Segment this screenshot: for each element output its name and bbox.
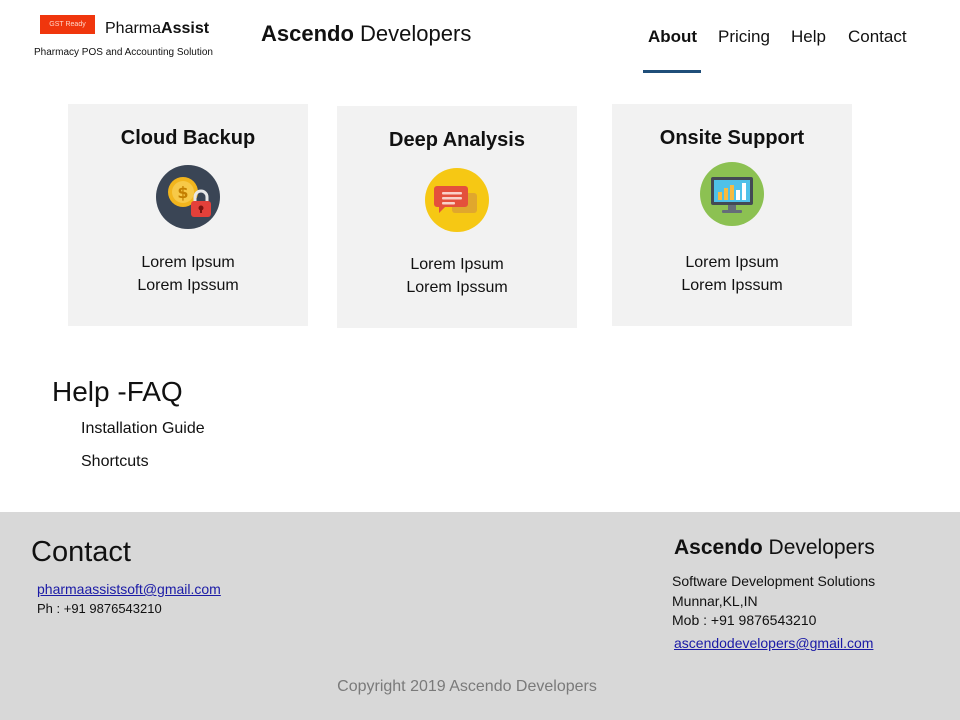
feature-title: Deep Analysis (389, 129, 525, 151)
footer-company-email-link[interactable]: ascendodevelopers@gmail.com (674, 635, 873, 651)
gst-ready-badge: GST Ready (40, 15, 95, 34)
footer-company-light: Developers (762, 536, 875, 559)
nav-help[interactable]: Help (791, 27, 826, 47)
nav-contact[interactable]: Contact (848, 27, 907, 47)
brand-tagline: Pharmacy POS and Accounting Solution (34, 47, 213, 58)
footer: Contact pharmaassistsoft@gmail.com Ph : … (0, 512, 960, 720)
brand-name-light: Pharma (105, 20, 162, 37)
feature-title: Onsite Support (659, 127, 805, 149)
coin-lock-icon: $ (156, 165, 220, 229)
faq-shortcuts-link[interactable]: Shortcuts (81, 453, 149, 471)
footer-company-email-wrapper: ascendodevelopers@gmail.com (674, 635, 873, 653)
nav-about[interactable]: About (648, 27, 697, 47)
copyright-text: Copyright 2019 Ascendo Developers (337, 678, 597, 695)
company-name-bold: Ascendo (261, 21, 354, 46)
feature-description: Lorem Ipsum Lorem Ipssum (612, 251, 852, 297)
feature-line-1: Lorem Ipsum (141, 254, 235, 271)
footer-company-tagline: Software Development Solutions (672, 573, 876, 589)
feature-card-onsite-support: Onsite Support Lorem Ipsum Lorem Ipssum (612, 104, 852, 326)
active-nav-indicator (643, 70, 701, 73)
feature-description: Lorem Ipsum Lorem Ipssum (337, 253, 577, 299)
company-name-light: Developers (353, 21, 472, 46)
monitor-chart-icon (700, 162, 764, 226)
feature-line-2: Lorem Ipssum (681, 277, 783, 294)
feature-line-2: Lorem Ipssum (137, 277, 239, 294)
feature-line-1: Lorem Ipsum (685, 254, 779, 271)
footer-company-bold: Ascendo (674, 536, 763, 559)
contact-heading: Contact (31, 536, 131, 568)
svg-text:$: $ (177, 183, 188, 202)
feature-description: Lorem Ipsum Lorem Ipssum (68, 251, 308, 297)
chat-bubble-icon (425, 168, 489, 232)
faq-heading: Help -FAQ (52, 376, 183, 407)
footer-company-name: Ascendo Developers (674, 536, 875, 560)
feature-title: Cloud Backup (120, 127, 256, 149)
faq-installation-guide-link[interactable]: Installation Guide (81, 420, 205, 438)
feature-card-deep-analysis: Deep Analysis Lorem Ipsum Lorem Ipssum (337, 106, 577, 328)
feature-line-2: Lorem Ipssum (406, 279, 508, 296)
company-name: Ascendo Developers (261, 21, 471, 47)
contact-email-wrapper: pharmaassistsoft@gmail.com (37, 581, 221, 599)
app-logo[interactable]: GST Ready PharmaAssist Pharmacy POS and … (34, 14, 234, 64)
nav-pricing[interactable]: Pricing (718, 27, 770, 47)
feature-card-cloud-backup: Cloud Backup $ Lorem Ipsum Lorem Ipssum (68, 104, 308, 326)
brand-name-bold: Assist (161, 20, 210, 37)
brand-name: PharmaAssist (105, 20, 209, 38)
feature-line-1: Lorem Ipsum (410, 256, 504, 273)
footer-company-mobile: Mob : +91 9876543210 (672, 612, 817, 628)
contact-phone: Ph : +91 9876543210 (37, 601, 162, 616)
contact-email-link[interactable]: pharmaassistsoft@gmail.com (37, 581, 221, 597)
footer-company-location: Munnar,KL,IN (672, 593, 758, 609)
